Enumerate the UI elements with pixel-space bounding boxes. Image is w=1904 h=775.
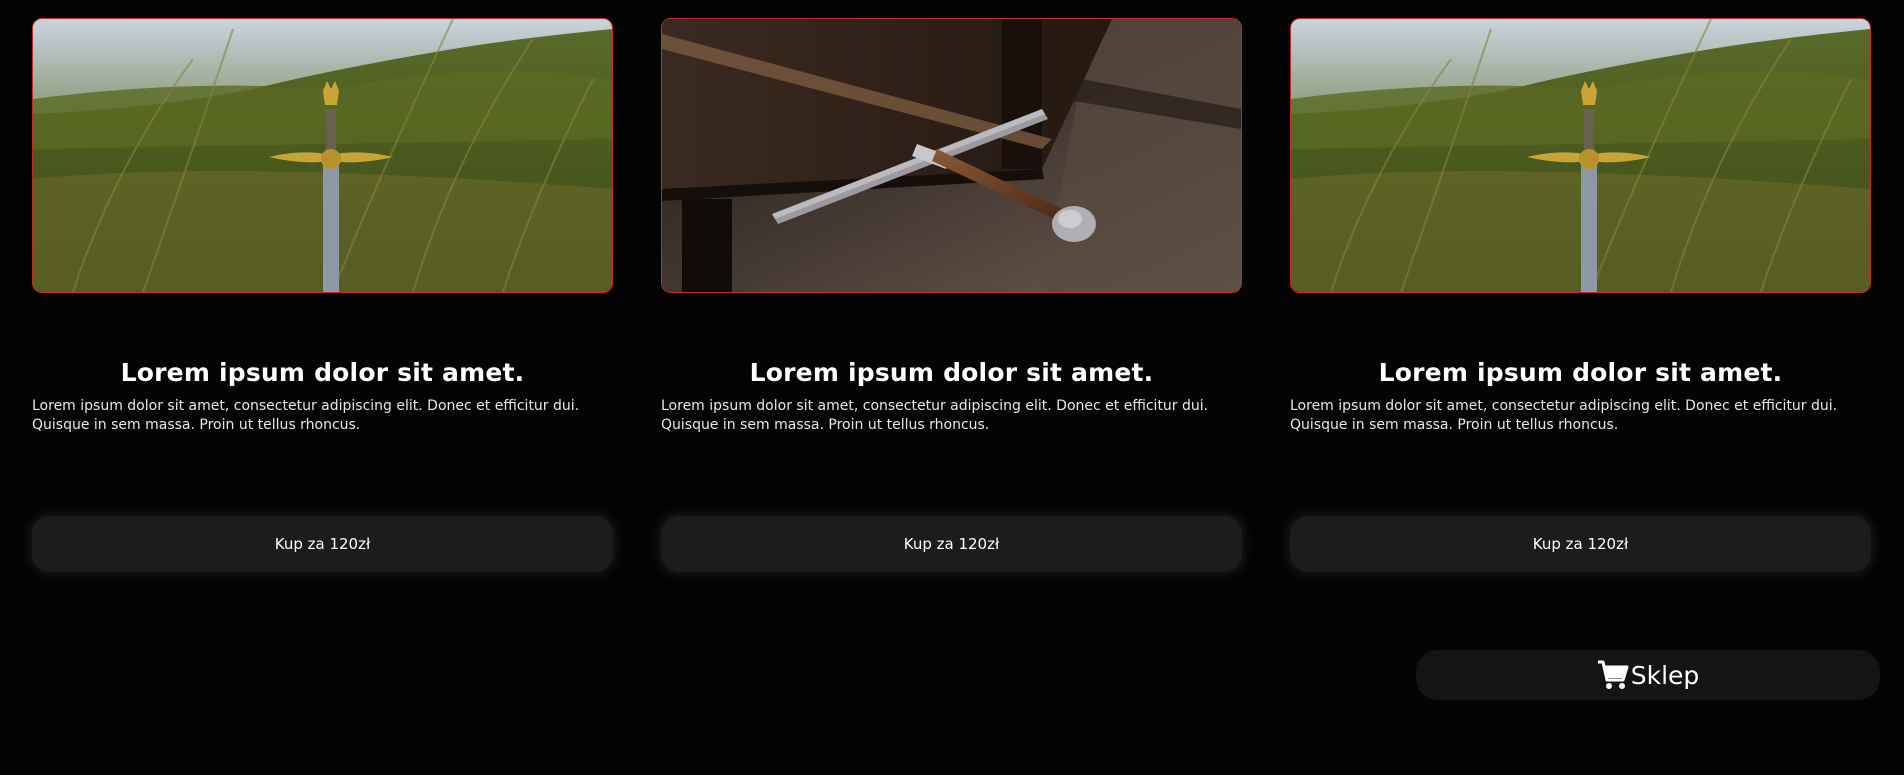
product-card: Lorem ipsum dolor sit amet. Lorem ipsum …: [32, 18, 613, 572]
product-card: Lorem ipsum dolor sit amet. Lorem ipsum …: [661, 18, 1242, 572]
product-card: Lorem ipsum dolor sit amet. Lorem ipsum …: [1290, 18, 1871, 572]
buy-button[interactable]: Kup za 120zł: [32, 516, 613, 572]
sword-on-table-photo: [661, 18, 1242, 293]
cart-icon: [1597, 660, 1629, 690]
shop-button[interactable]: Sklep: [1416, 650, 1880, 700]
shop-label: Sklep: [1630, 660, 1700, 690]
card-title: Lorem ipsum dolor sit amet.: [120, 358, 525, 387]
card-description: Lorem ipsum dolor sit amet, consectetur …: [661, 398, 1209, 433]
product-page: Lorem ipsum dolor sit amet. Lorem ipsum …: [0, 0, 1904, 775]
card-title: Lorem ipsum dolor sit amet.: [749, 358, 1154, 387]
buy-button[interactable]: Kup za 120zł: [1290, 516, 1871, 572]
card-description: Lorem ipsum dolor sit amet, consectetur …: [1290, 398, 1838, 433]
buy-button[interactable]: Kup za 120zł: [661, 516, 1242, 572]
card-title: Lorem ipsum dolor sit amet.: [1378, 358, 1783, 387]
card-description: Lorem ipsum dolor sit amet, consectetur …: [32, 398, 580, 433]
product-cards: Lorem ipsum dolor sit amet. Lorem ipsum …: [32, 18, 1871, 572]
sword-in-grass-photo: [1290, 18, 1871, 293]
sword-in-grass-photo: [32, 18, 613, 293]
